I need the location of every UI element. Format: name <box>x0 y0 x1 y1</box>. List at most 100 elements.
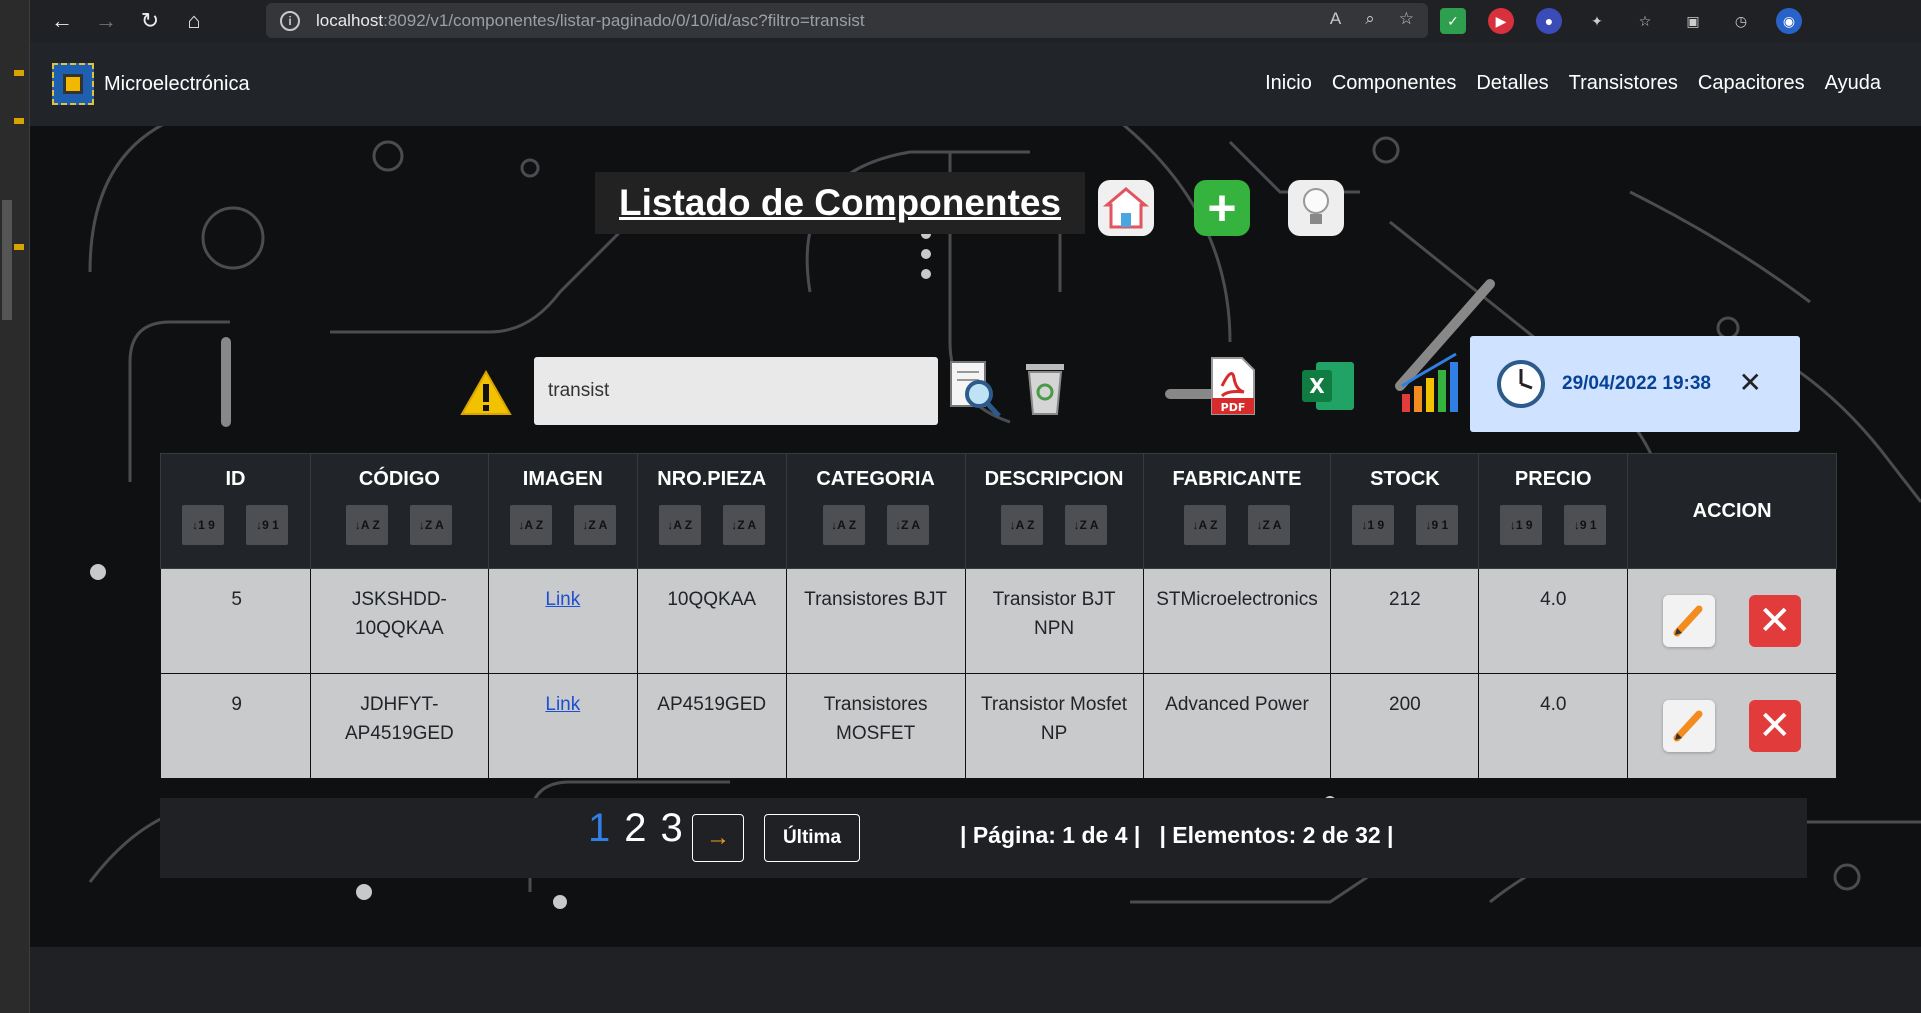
sort-asc-icon[interactable]: ↓A Z <box>1001 505 1044 545</box>
cell-stock: 212 <box>1330 568 1480 674</box>
image-link[interactable]: Link <box>545 589 580 610</box>
video-extension-icon[interactable]: ▶ <box>1488 8 1514 34</box>
home-button[interactable] <box>1098 180 1154 236</box>
page-title: Listado de Componentes <box>619 182 1061 223</box>
sort-asc-icon[interactable]: ↓A Z <box>1183 505 1226 545</box>
page-link-1[interactable]: 1 <box>588 806 610 851</box>
nav-detalles[interactable]: Detalles <box>1476 72 1548 95</box>
nav-transistores[interactable]: Transistores <box>1569 72 1678 95</box>
search-input[interactable] <box>534 357 938 425</box>
brand[interactable]: Microelectrónica <box>52 63 250 105</box>
sort-desc-icon[interactable]: ↓Z A <box>1247 505 1290 545</box>
sort-asc-icon[interactable]: ↓1 9 <box>182 505 225 545</box>
help-button[interactable] <box>1288 180 1344 236</box>
browser-toolbar: ← → ↻ ⌂ i localhost:8092/v1/componentes/… <box>0 0 1921 42</box>
sort-desc-icon[interactable]: ↓Z A <box>1065 505 1108 545</box>
svg-text:PDF: PDF <box>1221 401 1246 414</box>
sidebar-strip <box>0 0 30 1013</box>
sort-desc-icon[interactable]: ↓9 1 <box>246 505 289 545</box>
cell-fabricante: Advanced Power <box>1142 673 1332 779</box>
pagination-info: | Página: 1 de 4 | | Elementos: 2 de 32 … <box>960 822 1394 848</box>
reload-icon[interactable]: ↻ <box>128 0 172 42</box>
nav-componentes[interactable]: Componentes <box>1332 72 1457 95</box>
sort-desc-icon[interactable]: ↓9 1 <box>1564 505 1607 545</box>
sort-desc-icon[interactable]: ↓9 1 <box>1415 505 1458 545</box>
marker-icon <box>14 118 24 124</box>
col-id-label: ID <box>225 468 246 490</box>
cell-codigo: JDHFYT-AP4519GED <box>309 673 489 779</box>
sort-desc-icon[interactable]: ↓Z A <box>573 505 616 545</box>
sort-asc-icon[interactable]: ↓A Z <box>822 505 865 545</box>
next-page-button[interactable]: → <box>692 814 744 862</box>
collections-icon[interactable]: ▣ <box>1680 8 1706 34</box>
cell-nro-pieza: AP4519GED <box>636 673 787 779</box>
cell-id: 5 <box>160 568 311 674</box>
trash-icon[interactable] <box>1022 358 1068 416</box>
delete-button[interactable]: ✕ <box>1748 700 1801 752</box>
read-aloud-icon[interactable]: A <box>1330 9 1341 29</box>
sort-desc-icon[interactable]: ↓Z A <box>886 505 929 545</box>
url-path: :8092/v1/componentes/listar-paginado/0/1… <box>383 10 865 30</box>
cell-imagen: Link <box>487 568 638 674</box>
col-nro-pieza-label: NRO.PIEZA <box>657 468 767 490</box>
col-accion: ACCION <box>1627 453 1837 569</box>
sort-desc-icon[interactable]: ↓Z A <box>722 505 765 545</box>
delete-button[interactable]: ✕ <box>1748 595 1801 647</box>
col-imagen-label: IMAGEN <box>522 468 603 490</box>
sort-asc-icon[interactable]: ↓A Z <box>346 505 389 545</box>
chart-report-icon[interactable] <box>1396 350 1462 416</box>
search-document-icon[interactable] <box>947 358 1003 420</box>
nav-ayuda[interactable]: Ayuda <box>1825 72 1881 95</box>
history-icon[interactable]: ◷ <box>1728 8 1754 34</box>
datetime-alert: 29/04/2022 19:38 ✕ <box>1470 336 1800 432</box>
page-link-3[interactable]: 3 <box>661 806 683 851</box>
favorites-icon[interactable]: ☆ <box>1632 8 1658 34</box>
color-extension-icon[interactable]: ● <box>1536 8 1562 34</box>
cell-id: 9 <box>160 673 311 779</box>
image-link[interactable]: Link <box>545 694 580 715</box>
site-info-icon[interactable]: i <box>280 10 300 31</box>
cell-descripcion: Transistor Mosfet NP <box>964 673 1144 779</box>
extensions-icon[interactable]: ✦ <box>1584 8 1610 34</box>
shield-extension-icon[interactable]: ✓ <box>1440 8 1466 34</box>
sort-asc-icon[interactable]: ↓A Z <box>658 505 701 545</box>
edit-button[interactable] <box>1663 700 1716 752</box>
svg-text:X: X <box>1309 374 1325 398</box>
forward-icon[interactable]: → <box>84 0 128 42</box>
col-categoria-label: CATEGORIA <box>816 468 935 490</box>
close-icon: ✕ <box>1757 704 1792 748</box>
close-icon: ✕ <box>1757 599 1792 643</box>
sort-asc-icon[interactable]: ↓1 9 <box>1351 505 1394 545</box>
add-button[interactable]: + <box>1194 180 1250 236</box>
nav-capacitores[interactable]: Capacitores <box>1698 72 1805 95</box>
col-fabricante-label: FABRICANTE <box>1172 468 1302 490</box>
last-page-button[interactable]: Última <box>764 814 860 862</box>
sort-desc-icon[interactable]: ↓Z A <box>410 505 453 545</box>
profile-avatar[interactable]: ◉ <box>1776 8 1802 34</box>
marker-icon <box>14 244 24 250</box>
favorite-add-icon[interactable]: ☆ <box>1399 9 1414 29</box>
zoom-icon[interactable]: ⌕ <box>1365 9 1375 29</box>
col-codigo: CÓDIGO ↓A Z ↓Z A <box>309 453 489 569</box>
pdf-export-icon[interactable]: PDF <box>1208 356 1256 416</box>
sort-asc-icon[interactable]: ↓A Z <box>509 505 552 545</box>
page-link-2[interactable]: 2 <box>624 806 646 851</box>
nav-inicio[interactable]: Inicio <box>1265 72 1312 95</box>
edit-button[interactable] <box>1663 595 1716 647</box>
home-icon[interactable]: ⌂ <box>172 0 216 42</box>
sort-asc-icon[interactable]: ↓1 9 <box>1500 505 1543 545</box>
page-title-box: Listado de Componentes <box>595 172 1085 234</box>
col-nro-pieza: NRO.PIEZA ↓A Z ↓Z A <box>636 453 787 569</box>
close-icon[interactable]: ✕ <box>1739 366 1762 399</box>
back-icon[interactable]: ← <box>40 0 84 42</box>
pencil-icon <box>1673 605 1703 637</box>
col-categoria: CATEGORIA ↓A Z ↓Z A <box>785 453 966 569</box>
warning-icon <box>460 370 512 415</box>
scrollbar[interactable] <box>2 200 12 320</box>
components-table: ID ↓1 9 ↓9 1 CÓDIGO ↓A Z ↓Z A IMAGEN ↓A Z ↓… <box>160 453 1837 779</box>
excel-export-icon[interactable]: X <box>1300 360 1356 412</box>
address-bar[interactable]: i localhost:8092/v1/componentes/listar-p… <box>266 3 1428 38</box>
cell-codigo: JSKSHDD-10QQKAA <box>309 568 489 674</box>
cell-categoria: Transistores BJT <box>785 568 966 674</box>
lightbulb-icon <box>1303 188 1329 224</box>
